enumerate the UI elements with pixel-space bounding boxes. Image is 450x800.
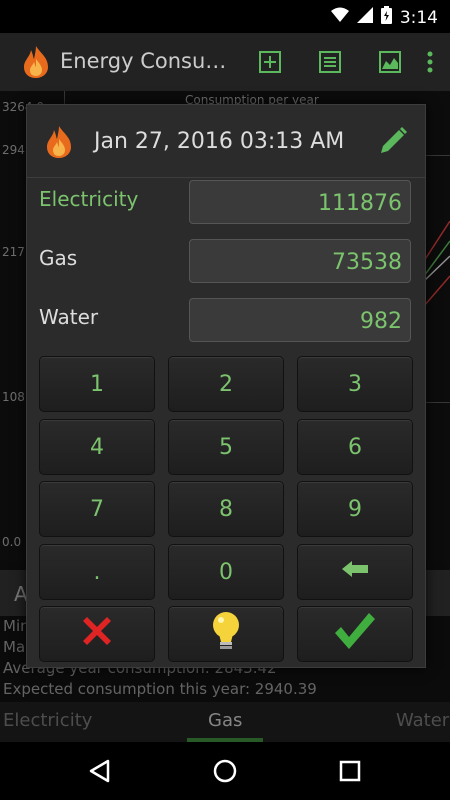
hint-button[interactable] <box>168 606 284 662</box>
confirm-check-icon <box>333 611 377 657</box>
entry-dialog: Jan 27, 2016 03:13 AM Electricity 111876… <box>26 104 426 668</box>
status-bar: 3:14 <box>0 0 450 33</box>
dialog-datetime[interactable]: Jan 27, 2016 03:13 AM <box>94 129 344 154</box>
key-1[interactable]: 1 <box>39 356 155 412</box>
nav-bar <box>0 742 450 800</box>
recents-icon[interactable] <box>339 760 361 786</box>
cancel-x-icon <box>77 611 117 657</box>
app-title: Energy Consu… <box>60 49 227 73</box>
electricity-value: 111876 <box>318 191 402 216</box>
edit-pencil-icon[interactable] <box>377 125 409 161</box>
key-decimal[interactable]: . <box>39 544 155 600</box>
electricity-field[interactable]: 111876 <box>189 180 411 224</box>
key-5[interactable]: 5 <box>168 419 284 475</box>
flame-icon <box>22 45 50 83</box>
water-field[interactable]: 982 <box>189 298 411 342</box>
key-2[interactable]: 2 <box>168 356 284 412</box>
confirm-button[interactable] <box>297 606 413 662</box>
bulb-icon <box>209 610 243 658</box>
status-time: 3:14 <box>399 7 438 28</box>
battery-icon <box>380 6 392 29</box>
chart-icon[interactable] <box>375 47 405 77</box>
home-icon[interactable] <box>213 759 237 787</box>
key-4[interactable]: 4 <box>39 419 155 475</box>
wifi-icon <box>330 7 349 28</box>
key-3[interactable]: 3 <box>297 356 413 412</box>
backspace-button[interactable] <box>297 544 413 600</box>
list-icon[interactable] <box>315 47 345 77</box>
gas-value: 73538 <box>332 250 402 275</box>
gas-label: Gas <box>39 246 78 270</box>
backspace-arrow-icon <box>340 559 370 585</box>
dialog-divider <box>27 177 425 178</box>
key-7[interactable]: 7 <box>39 481 155 537</box>
more-icon[interactable] <box>420 47 440 77</box>
signal-icon <box>356 7 373 28</box>
key-8[interactable]: 8 <box>168 481 284 537</box>
action-bar: Energy Consu… <box>0 33 450 91</box>
key-6[interactable]: 6 <box>297 419 413 475</box>
key-0[interactable]: 0 <box>168 544 284 600</box>
electricity-label: Electricity <box>39 187 139 211</box>
cancel-button[interactable] <box>39 606 155 662</box>
water-label: Water <box>39 305 99 329</box>
flame-icon <box>45 125 73 163</box>
water-value: 982 <box>360 309 402 334</box>
back-icon[interactable] <box>88 759 110 787</box>
key-9[interactable]: 9 <box>297 481 413 537</box>
dialog-header: Jan 27, 2016 03:13 AM <box>27 105 425 177</box>
gas-field[interactable]: 73538 <box>189 239 411 283</box>
add-icon[interactable] <box>255 47 285 77</box>
